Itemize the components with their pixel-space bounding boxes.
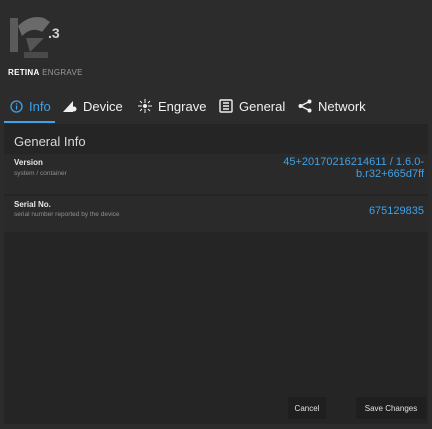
tab-bar: Info Device Engrave General Network bbox=[0, 92, 432, 123]
save-changes-button[interactable]: Save Changes bbox=[356, 397, 426, 419]
network-icon bbox=[297, 98, 313, 114]
serial-value: 675129835 bbox=[368, 205, 424, 217]
serial-row: Serial No. serial number reported by the… bbox=[4, 196, 428, 232]
version-label: Version bbox=[14, 158, 43, 167]
app-header: .3 RETINA ENGRAVE bbox=[0, 0, 432, 88]
brand-name-bold: RETINA bbox=[8, 68, 40, 77]
serial-desc: serial number reported by the device bbox=[14, 211, 120, 218]
tab-engrave-label: Engrave bbox=[158, 98, 207, 114]
tab-info[interactable]: Info bbox=[4, 92, 55, 123]
tab-device[interactable]: Device bbox=[62, 92, 123, 120]
tab-general-label: General bbox=[239, 98, 286, 114]
brand-name: RETINA ENGRAVE bbox=[8, 68, 83, 77]
svg-text:.3: .3 bbox=[48, 25, 60, 41]
version-desc: system / container bbox=[14, 170, 67, 177]
tab-engrave[interactable]: Engrave bbox=[137, 92, 206, 120]
general-icon bbox=[218, 98, 234, 114]
tab-device-label: Device bbox=[83, 98, 123, 114]
version-row: Version system / container 45+2017021621… bbox=[4, 154, 428, 194]
tab-network-label: Network bbox=[318, 98, 366, 114]
info-icon bbox=[8, 98, 24, 114]
brand-name-light: ENGRAVE bbox=[39, 68, 83, 77]
r-logo-icon: .3 bbox=[10, 17, 60, 58]
serial-label: Serial No. bbox=[14, 200, 51, 209]
tab-network[interactable]: Network bbox=[297, 92, 366, 120]
cancel-button[interactable]: Cancel bbox=[288, 397, 326, 419]
info-panel: General Info Version system / container … bbox=[4, 124, 428, 424]
device-icon bbox=[62, 98, 78, 114]
engrave-icon bbox=[137, 98, 153, 114]
version-value: 45+20170216214611 / 1.6.0-b.r32+665d7ff bbox=[283, 156, 424, 180]
tab-general[interactable]: General bbox=[218, 92, 285, 120]
section-title: General Info bbox=[14, 134, 86, 149]
tab-info-label: Info bbox=[29, 98, 51, 114]
